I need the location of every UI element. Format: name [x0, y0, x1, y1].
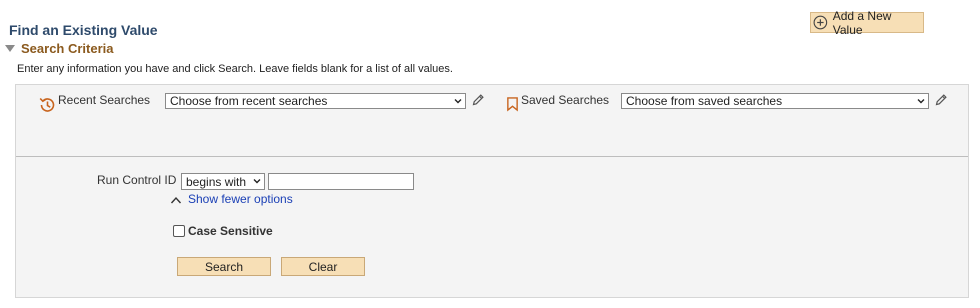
run-control-id-label: Run Control ID — [97, 173, 177, 187]
add-new-value-label: Add a New Value — [832, 8, 892, 37]
plus-circle-icon — [813, 15, 828, 30]
run-control-operator-value: begins with — [186, 174, 247, 189]
saved-searches-value: Choose from saved searches — [626, 94, 783, 108]
search-panel: Recent Searches Choose from recent searc… — [15, 84, 969, 298]
recent-searches-select[interactable]: Choose from recent searches — [165, 93, 466, 109]
chevron-down-icon — [454, 99, 462, 104]
pencil-icon[interactable] — [471, 93, 485, 107]
saved-searches-label: Saved Searches — [521, 93, 610, 107]
panel-divider — [16, 156, 968, 157]
bookmark-icon[interactable] — [506, 96, 519, 112]
show-fewer-options-link[interactable]: Show fewer options — [188, 192, 293, 206]
page-title: Find an Existing Value — [9, 22, 158, 38]
pencil-icon[interactable] — [934, 93, 948, 107]
recent-searches-value: Choose from recent searches — [170, 94, 328, 108]
case-sensitive-label: Case Sensitive — [188, 224, 273, 238]
search-criteria-toggle[interactable]: Search Criteria — [5, 41, 114, 56]
search-criteria-heading: Search Criteria — [21, 41, 114, 56]
chevron-down-icon — [917, 99, 925, 104]
search-button[interactable]: Search — [177, 257, 271, 276]
search-instructions: Enter any information you have and click… — [17, 63, 453, 75]
case-sensitive-checkbox[interactable] — [173, 225, 185, 237]
caret-up-icon[interactable] — [170, 196, 182, 204]
collapse-triangle-icon — [5, 45, 15, 52]
run-control-id-input[interactable] — [268, 173, 414, 190]
history-icon[interactable] — [37, 95, 57, 115]
clear-button[interactable]: Clear — [281, 257, 365, 276]
chevron-down-icon — [253, 179, 261, 184]
saved-searches-select[interactable]: Choose from saved searches — [621, 93, 929, 109]
run-control-operator-select[interactable]: begins with — [181, 173, 265, 190]
recent-searches-label: Recent Searches — [58, 93, 151, 107]
add-new-value-button[interactable]: Add a New Value — [810, 9, 924, 37]
